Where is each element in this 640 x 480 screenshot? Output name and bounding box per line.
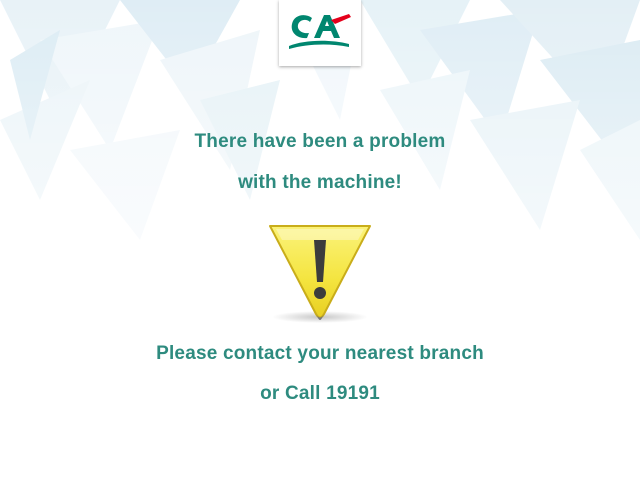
error-message-line-2: with the machine! <box>238 172 402 193</box>
warning-triangle-icon <box>269 225 371 323</box>
contact-message-line-2: or Call 19191 <box>260 383 380 404</box>
bank-logo <box>279 0 361 66</box>
credit-agricole-logo-icon <box>289 14 351 49</box>
contact-message-line-1: Please contact your nearest branch <box>156 343 484 364</box>
error-message-line-1: There have been a problem <box>194 131 446 152</box>
